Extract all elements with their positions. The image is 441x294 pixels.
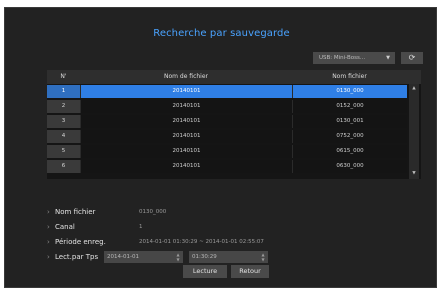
play-time-label: Lect.par Tps [47, 253, 98, 261]
device-select-value: USB: Mini-Boss... [319, 55, 366, 61]
backup-search-dialog: Recherche par sauvegarde USB: Mini-Boss.… [4, 7, 437, 288]
dialog-title: Recherche par sauvegarde [153, 28, 290, 39]
table-header: N' Nom de fichier Nom fichier [47, 70, 421, 84]
recording-period-value: 2014-01-01 01:30:29 ~ 2014-01-01 02:55:0… [139, 239, 264, 245]
time-stepper-icon[interactable]: ▲ ▼ [260, 252, 266, 262]
channel-value: 1 [139, 224, 143, 230]
play-time-value: 01:30:29 [192, 254, 217, 260]
header-file-date: Nom de fichier [163, 73, 209, 80]
table-row[interactable]: 5 20140101 0615_000 [47, 145, 407, 158]
table-row[interactable]: 1 20140101 0130_000 [47, 85, 407, 98]
row-file-date: 20140101 [80, 85, 292, 98]
row-file-name: 0630_000 [292, 160, 407, 173]
row-file-date: 20140101 [80, 115, 292, 128]
header-file-name: Nom fichier [332, 73, 367, 80]
row-file-date: 20140101 [80, 130, 292, 143]
back-button[interactable]: Retour [231, 265, 269, 278]
table-row[interactable]: 4 20140101 0752_000 [47, 130, 407, 143]
row-file-name: 0152_000 [292, 100, 407, 113]
row-file-date: 20140101 [80, 145, 292, 158]
table-row[interactable]: 6 20140101 0630_000 [47, 160, 407, 173]
row-number: 3 [47, 115, 80, 128]
scroll-down-icon[interactable]: ▼ [409, 170, 419, 178]
row-number: 4 [47, 130, 80, 143]
play-date-value: 2014-01-01 [107, 254, 139, 260]
row-number: 1 [47, 85, 80, 98]
play-date-field[interactable]: 2014-01-01 ▲ ▼ [104, 251, 183, 263]
file-name-value: 0130_000 [139, 209, 167, 215]
table-scrollbar[interactable]: ▲ ▼ [409, 84, 419, 179]
row-file-name: 0130_001 [292, 115, 407, 128]
table-row[interactable]: 3 20140101 0130_001 [47, 115, 407, 128]
row-number: 2 [47, 100, 80, 113]
row-file-date: 20140101 [80, 100, 292, 113]
file-name-label: Nom fichier [47, 208, 95, 216]
row-file-name: 0130_000 [292, 85, 407, 98]
header-number: N' [60, 73, 67, 80]
play-time-field[interactable]: 01:30:29 ▲ ▼ [189, 251, 268, 263]
device-select[interactable]: USB: Mini-Boss... ▼ [313, 52, 395, 64]
file-table: N' Nom de fichier Nom fichier 1 20140101… [47, 70, 421, 179]
refresh-icon: ⟳ [408, 53, 416, 62]
recording-period-label: Période enreg. [47, 238, 106, 246]
row-number: 5 [47, 145, 80, 158]
row-file-name: 0615_000 [292, 145, 407, 158]
play-button[interactable]: Lecture [183, 265, 227, 278]
row-number: 6 [47, 160, 80, 173]
chevron-down-icon: ▼ [386, 55, 390, 61]
table-row[interactable]: 2 20140101 0152_000 [47, 100, 407, 113]
row-file-name: 0752_000 [292, 130, 407, 143]
channel-label: Canal [47, 223, 75, 231]
refresh-button[interactable]: ⟳ [401, 52, 423, 64]
date-stepper-icon[interactable]: ▲ ▼ [175, 252, 181, 262]
row-file-date: 20140101 [80, 160, 292, 173]
scroll-up-icon[interactable]: ▲ [409, 85, 419, 93]
